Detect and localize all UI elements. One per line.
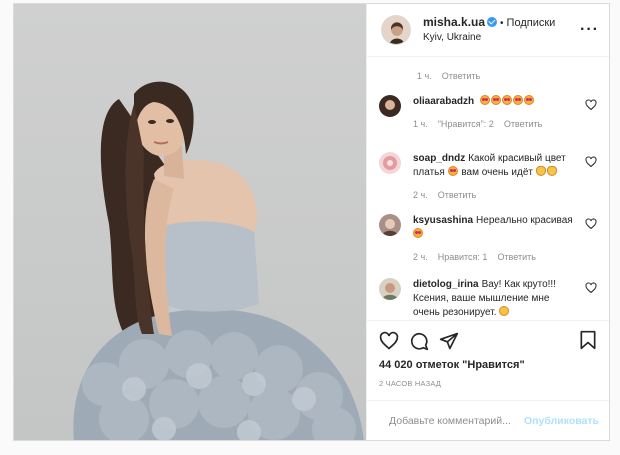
publish-button[interactable]: Опубликовать [524,415,599,427]
list-item: oliaarabadzh 1 ч. "Нравится": 2 Ответить [379,95,597,131]
add-comment-bar: Опубликовать [367,400,609,440]
emoji-heart-eyes-icon [501,95,512,105]
save-bookmark-icon[interactable] [579,330,597,350]
comment-text: вам очень идёт [461,167,533,178]
reply-link[interactable]: Ответить [504,119,542,129]
avatar[interactable] [379,214,401,236]
post-timestamp[interactable]: 2 ЧАСОВ НАЗАД [379,379,597,388]
following-button[interactable]: Подписки [507,17,556,29]
reply-link[interactable]: Ответить [438,190,476,200]
likes-count[interactable]: 44 020 отметок "Нравится" [379,359,597,371]
comment-username[interactable]: soap_dndz [413,153,465,164]
emoji-heart-eyes-icon [413,228,423,238]
like-comment-heart-icon[interactable] [585,156,597,168]
comment-username[interactable]: ksyusashina [413,215,473,226]
emoji-heart-eyes-icon [447,166,458,176]
comment-time: 1 ч. [413,119,428,129]
like-comment-heart-icon[interactable] [585,282,597,294]
emoji-clap-icon [535,166,546,176]
emoji-heart-eyes-icon [479,95,490,105]
woman-in-dress-image [73,81,364,440]
author-avatar-ring[interactable] [379,13,413,47]
comment-time: 2 ч. [413,252,428,262]
comments-list[interactable]: 1 ч. Ответить oliaarabadzh 1 ч. "Нравится"… [367,57,609,320]
avatar[interactable] [379,95,401,117]
avatar[interactable] [379,152,401,174]
comment-text: Нереально красивая [476,215,573,226]
post-header: misha.k.ua • Подписки Kyiv, Ukraine ··· [367,4,609,57]
comment-username[interactable]: oliaarabadzh [413,96,474,107]
emoji-heart-eyes-icon [512,95,523,105]
post-modal: misha.k.ua • Подписки Kyiv, Ukraine ··· 1 … [13,3,610,441]
emoji-heart-eyes-icon [523,95,534,105]
emoji-heart-eyes-icon [490,95,501,105]
verified-badge-icon [487,17,498,27]
emoji-grin-icon [499,306,510,316]
author-username[interactable]: misha.k.ua [423,15,485,29]
comment-likes[interactable]: "Нравится": 2 [438,119,494,129]
list-item: soap_dndz Какой красивый цвет платья вам … [379,152,597,202]
post-photo[interactable] [14,4,366,440]
post-actions: 44 020 отметок "Нравится" 2 ЧАСОВ НАЗАД [367,320,609,400]
emoji-clap-icon [546,166,557,176]
separator-dot: • [500,18,504,29]
avatar[interactable] [379,278,401,300]
top-comment-meta: 1 ч. Ответить [417,71,490,81]
post-sidebar: misha.k.ua • Подписки Kyiv, Ukraine ··· 1 … [366,4,609,440]
reply-link[interactable]: Ответить [442,71,480,81]
like-heart-icon[interactable] [379,331,399,351]
comment-time: 1 ч. [417,71,432,81]
comment-time: 2 ч. [413,190,428,200]
like-comment-heart-icon[interactable] [585,99,597,111]
like-comment-heart-icon[interactable] [585,218,597,230]
reply-link[interactable]: Ответить [497,252,535,262]
comment-likes[interactable]: Нравится: 1 [438,252,488,262]
more-horizontal-icon[interactable]: ··· [580,21,599,39]
comment-username[interactable]: dietolog_irina [413,279,479,290]
list-item: ksyusashina Нереально красивая 2 ч. Нравит… [379,214,597,264]
location-link[interactable]: Kyiv, Ukraine [423,31,555,45]
share-send-icon[interactable] [439,331,459,351]
comment-bubble-icon[interactable] [409,331,429,351]
comment-input[interactable] [389,414,524,427]
avatar[interactable] [381,15,411,45]
list-item: dietolog_irina Вау! Как круто!!! Ксения, … [379,278,597,320]
